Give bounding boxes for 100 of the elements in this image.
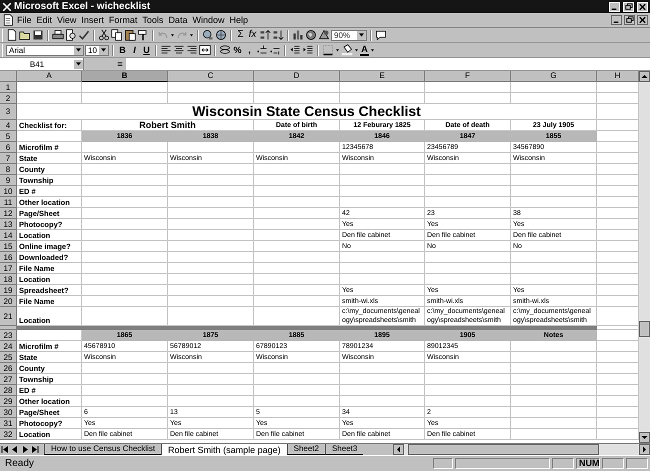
percent-button[interactable]: % — [232, 44, 243, 56]
scissors-icon[interactable] — [98, 29, 110, 41]
print-preview-icon[interactable] — [65, 29, 77, 41]
row-number[interactable]: 29 — [0, 396, 17, 407]
sheet-tab[interactable]: Sheet2 — [286, 444, 325, 455]
row-number[interactable]: 3 — [0, 104, 17, 120]
clipboard-icon[interactable] — [124, 29, 136, 41]
row-number[interactable]: 25 — [0, 352, 17, 363]
sort-ascending-icon[interactable] — [259, 29, 271, 41]
outdent-icon[interactable] — [289, 44, 301, 56]
menu-item[interactable]: Edit — [34, 14, 54, 26]
next-sheet-icon[interactable] — [20, 444, 30, 455]
shapes-icon[interactable] — [318, 29, 330, 41]
row-number[interactable]: 28 — [0, 385, 17, 396]
menu-item[interactable]: View — [55, 14, 78, 26]
row-number[interactable]: 23 — [0, 330, 17, 341]
paint-bucket-icon[interactable] — [341, 44, 353, 56]
align-center-icon[interactable] — [173, 44, 185, 56]
row-number[interactable]: 12 — [0, 208, 17, 219]
bold-button[interactable]: B — [117, 44, 128, 56]
row-number[interactable]: 27 — [0, 374, 17, 385]
globe-icon[interactable] — [215, 29, 227, 41]
name-box[interactable]: B41 — [0, 58, 84, 70]
bar-chart-icon[interactable] — [292, 29, 304, 41]
increase-decimal-icon[interactable] — [256, 44, 268, 56]
row-number[interactable]: 16 — [0, 252, 17, 263]
printer-icon[interactable] — [52, 29, 64, 41]
row-number[interactable]: 1 — [0, 82, 17, 93]
row-number[interactable]: 11 — [0, 197, 17, 208]
check-mark-icon[interactable] — [78, 29, 90, 41]
row-number[interactable]: 6 — [0, 142, 17, 153]
sheet-tab[interactable]: How to use Census Checklist — [44, 444, 162, 455]
restore-icon[interactable] — [624, 15, 635, 25]
column-header[interactable]: B — [82, 71, 168, 82]
paintbrush-icon[interactable] — [137, 29, 149, 41]
menu-item[interactable]: Insert — [79, 14, 106, 26]
scroll-down-icon[interactable] — [639, 432, 650, 443]
row-number[interactable]: 15 — [0, 241, 17, 252]
row-number[interactable]: 7 — [0, 153, 17, 164]
scroll-thumb[interactable] — [408, 444, 599, 455]
sheet-tab[interactable]: Robert Smith (sample page) — [161, 444, 287, 455]
help-icon[interactable] — [375, 29, 387, 41]
row-number[interactable]: 14 — [0, 230, 17, 241]
scroll-up-icon[interactable] — [639, 71, 650, 82]
close-icon[interactable] — [637, 15, 648, 25]
column-header[interactable]: F — [425, 71, 511, 82]
column-header[interactable]: A — [17, 71, 82, 82]
scroll-right-icon[interactable] — [639, 444, 650, 455]
menu-item[interactable]: Help — [227, 14, 250, 26]
column-header[interactable]: H — [597, 71, 639, 82]
formula-input[interactable] — [126, 58, 650, 70]
link-icon[interactable] — [202, 29, 214, 41]
menu-item[interactable]: Window — [190, 14, 226, 26]
menu-item[interactable]: Tools — [140, 14, 166, 26]
sheet-tab[interactable]: Sheet3 — [324, 444, 364, 455]
row-number[interactable]: 19 — [0, 285, 17, 296]
row-number[interactable]: 8 — [0, 164, 17, 175]
align-right-icon[interactable] — [186, 44, 198, 56]
row-number[interactable]: 18 — [0, 274, 17, 285]
previous-sheet-icon[interactable] — [10, 444, 20, 455]
last-sheet-icon[interactable] — [30, 444, 40, 455]
row-number[interactable]: 26 — [0, 363, 17, 374]
function-button[interactable]: fx — [247, 29, 258, 41]
map-icon[interactable] — [305, 29, 317, 41]
italic-button[interactable]: I — [129, 44, 140, 56]
coins-icon[interactable] — [219, 44, 231, 56]
indent-icon[interactable] — [302, 44, 314, 56]
folder-icon[interactable] — [19, 29, 31, 41]
row-number[interactable]: 2 — [0, 93, 17, 104]
scroll-thumb[interactable] — [639, 321, 650, 337]
column-header[interactable]: G — [511, 71, 597, 82]
zoom-field[interactable]: 90% — [331, 30, 367, 40]
font-size-field[interactable]: 10 — [85, 44, 109, 56]
merge-cells-icon[interactable] — [199, 44, 211, 56]
sort-descending-icon[interactable] — [272, 29, 284, 41]
column-header[interactable]: D — [254, 71, 340, 82]
row-number[interactable]: 31 — [0, 418, 17, 429]
underline-button[interactable]: U — [141, 44, 152, 56]
menu-item[interactable]: File — [15, 14, 34, 26]
row-number[interactable]: 21 — [0, 307, 17, 326]
row-number[interactable]: 20 — [0, 296, 17, 307]
font-field[interactable]: Arial — [6, 44, 84, 56]
column-header[interactable]: C — [168, 71, 254, 82]
font-color-button[interactable]: A — [360, 44, 369, 56]
document-icon[interactable] — [2, 14, 14, 26]
row-number[interactable]: 17 — [0, 263, 17, 274]
column-header[interactable]: E — [340, 71, 425, 82]
first-sheet-icon[interactable] — [0, 444, 10, 455]
row-number[interactable]: 9 — [0, 175, 17, 186]
border-icon[interactable] — [322, 44, 334, 56]
menu-item[interactable]: Format — [106, 14, 140, 26]
new-file-icon[interactable] — [6, 29, 18, 41]
autosum-button[interactable]: Σ — [235, 29, 246, 41]
row-number[interactable]: 5 — [0, 131, 17, 142]
scroll-left-icon[interactable] — [393, 444, 404, 455]
menu-item[interactable]: Data — [166, 14, 190, 26]
minimize-icon[interactable] — [611, 15, 622, 25]
comma-button[interactable]: , — [244, 44, 255, 56]
row-number[interactable]: 10 — [0, 186, 17, 197]
copy-icon[interactable] — [111, 29, 123, 41]
